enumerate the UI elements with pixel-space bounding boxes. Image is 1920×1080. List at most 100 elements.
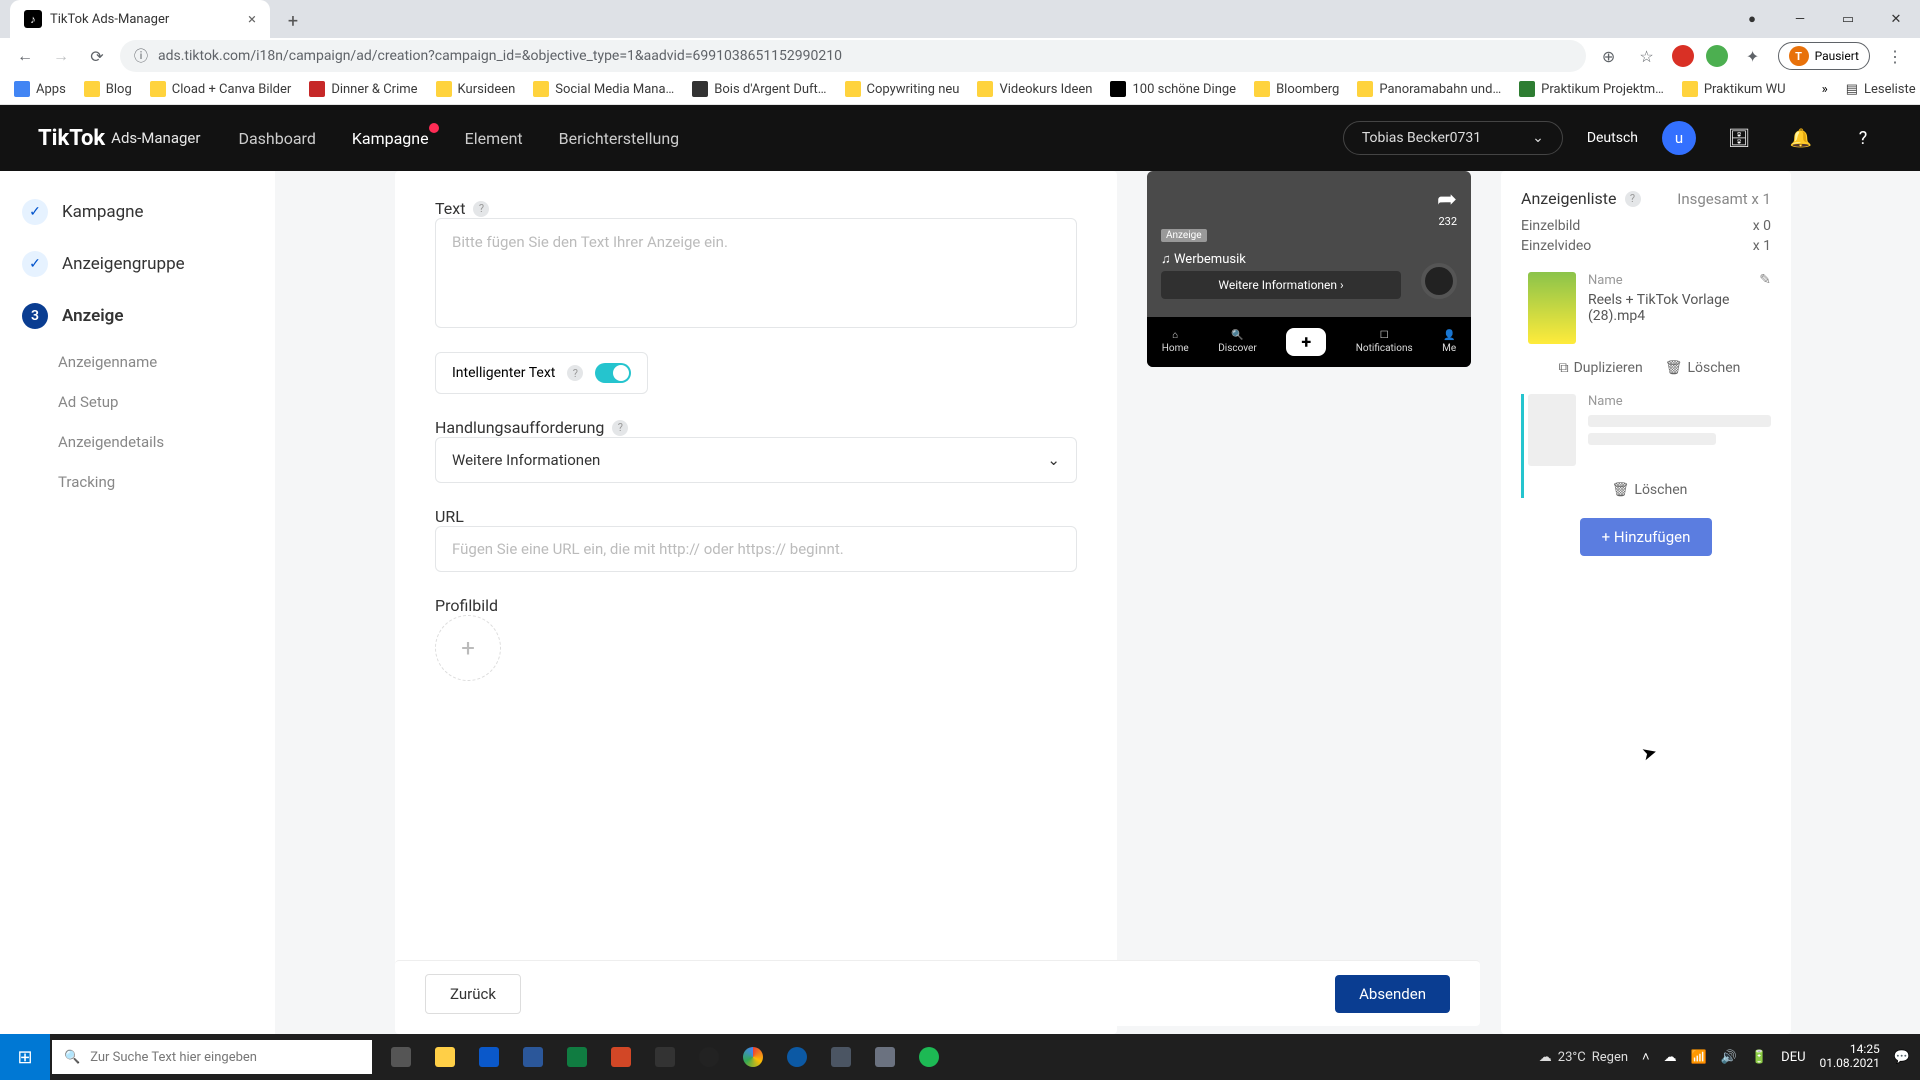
substep-ad-setup[interactable]: Ad Setup bbox=[0, 385, 275, 419]
bookmark-item[interactable]: 100 schöne Dinge bbox=[1110, 81, 1236, 97]
bookmark-item[interactable]: Bois d'Argent Duft… bbox=[692, 81, 826, 97]
bookmark-item[interactable]: Praktikum Projektm… bbox=[1519, 81, 1664, 97]
help-icon[interactable]: ? bbox=[567, 365, 583, 381]
obs-icon[interactable] bbox=[688, 1034, 730, 1080]
bookmark-item[interactable]: Cload + Canva Bilder bbox=[150, 81, 292, 97]
forward-button[interactable]: → bbox=[48, 43, 74, 69]
app-icon[interactable] bbox=[864, 1034, 906, 1080]
trash-icon: 🗑 bbox=[1612, 482, 1630, 498]
volume-icon[interactable]: 🔊 bbox=[1721, 1050, 1737, 1065]
help-icon[interactable]: ? bbox=[612, 420, 628, 436]
wifi-icon[interactable]: 📶 bbox=[1691, 1050, 1707, 1065]
delete-button[interactable]: 🗑Löschen bbox=[1665, 360, 1741, 376]
help-icon[interactable]: ? bbox=[1844, 119, 1882, 157]
step-anzeigengruppe[interactable]: ✓ Anzeigengruppe bbox=[0, 241, 275, 287]
onedrive-icon[interactable]: ☁ bbox=[1664, 1050, 1677, 1065]
step-kampagne[interactable]: ✓ Kampagne bbox=[0, 189, 275, 235]
chrome-icon[interactable] bbox=[732, 1034, 774, 1080]
battery-icon[interactable]: 🔋 bbox=[1751, 1050, 1767, 1065]
bookmark-item[interactable]: Bloomberg bbox=[1254, 81, 1339, 97]
mail-icon[interactable] bbox=[468, 1034, 510, 1080]
reload-button[interactable]: ⟳ bbox=[84, 43, 110, 69]
bell-icon[interactable]: 🔔 bbox=[1782, 119, 1820, 157]
nav-kampagne[interactable]: Kampagne bbox=[352, 129, 429, 148]
url-input[interactable]: Fügen Sie eine URL ein, die mit http:// … bbox=[435, 526, 1077, 572]
bookmark-item[interactable]: Praktikum WU bbox=[1682, 81, 1786, 97]
step-anzeige[interactable]: 3 Anzeige bbox=[0, 293, 275, 339]
add-ad-button[interactable]: + Hinzufügen bbox=[1580, 518, 1713, 556]
weather-widget[interactable]: ☁ 23°C Regen bbox=[1539, 1050, 1628, 1065]
edit-icon[interactable]: ✎ bbox=[1759, 272, 1771, 288]
bookmark-item[interactable]: Panoramabahn und… bbox=[1357, 81, 1501, 97]
account-selector[interactable]: Tobias Becker0731 ⌄ bbox=[1343, 121, 1563, 155]
extension-icon[interactable] bbox=[1706, 45, 1728, 67]
nav-element[interactable]: Element bbox=[465, 129, 523, 148]
extensions-puzzle-icon[interactable]: ✦ bbox=[1740, 43, 1766, 69]
help-icon[interactable]: ? bbox=[473, 201, 489, 217]
bookmark-item[interactable]: Dinner & Crime bbox=[309, 81, 417, 97]
tray-chevron-icon[interactable]: ˄ bbox=[1642, 1049, 1650, 1065]
file-explorer-icon[interactable] bbox=[424, 1034, 466, 1080]
zoom-icon[interactable]: ⊕ bbox=[1596, 43, 1622, 69]
new-tab-button[interactable]: + bbox=[276, 4, 310, 38]
close-window-button[interactable]: ✕ bbox=[1872, 0, 1920, 38]
help-icon[interactable]: ? bbox=[1625, 191, 1641, 207]
back-button[interactable]: Zurück bbox=[425, 974, 521, 1014]
nav-dashboard[interactable]: Dashboard bbox=[238, 129, 315, 148]
word-icon[interactable] bbox=[512, 1034, 554, 1080]
substep-tracking[interactable]: Tracking bbox=[0, 465, 275, 499]
bookmark-item[interactable]: Social Media Mana… bbox=[533, 81, 674, 97]
browser-tab[interactable]: ♪ TikTok Ads-Manager × bbox=[10, 0, 270, 38]
bookmark-item[interactable]: Blog bbox=[84, 81, 132, 97]
tiktok-logo[interactable]: TikTok Ads-Manager bbox=[38, 126, 200, 151]
star-icon[interactable]: ☆ bbox=[1634, 43, 1660, 69]
copy-icon: ⧉ bbox=[1559, 360, 1569, 376]
briefcase-icon[interactable]: 🗄 bbox=[1720, 119, 1758, 157]
back-button[interactable]: ← bbox=[12, 43, 38, 69]
profile-pause-badge[interactable]: T Pausiert bbox=[1778, 42, 1870, 70]
substep-anzeigendetails[interactable]: Anzeigendetails bbox=[0, 425, 275, 459]
maximize-button[interactable]: ▭ bbox=[1824, 0, 1872, 38]
bookmarks-overflow-icon[interactable]: » bbox=[1822, 82, 1828, 97]
keyboard-lang[interactable]: DEU bbox=[1781, 1050, 1805, 1065]
powerpoint-icon[interactable] bbox=[600, 1034, 642, 1080]
ad-list-panel: Anzeigenliste ? Insgesamt x 1 Einzelbild… bbox=[1501, 171, 1791, 1034]
reading-list-button[interactable]: ▤Leseliste bbox=[1846, 82, 1916, 97]
nav-reporting[interactable]: Berichterstellung bbox=[559, 129, 680, 148]
apps-shortcut[interactable]: Apps bbox=[14, 81, 66, 97]
start-button[interactable]: ⊞ bbox=[0, 1034, 50, 1080]
duplicate-button[interactable]: ⧉Duplizieren bbox=[1559, 360, 1643, 376]
bookmark-item[interactable]: Copywriting neu bbox=[845, 81, 960, 97]
task-view-icon[interactable] bbox=[380, 1034, 422, 1080]
app-icon[interactable] bbox=[820, 1034, 862, 1080]
action-center-icon[interactable]: 💬 bbox=[1894, 1050, 1910, 1065]
smart-text-toggle[interactable] bbox=[595, 363, 631, 383]
cta-select[interactable]: Weitere Informationen ⌄ bbox=[435, 437, 1077, 483]
ad-text-textarea[interactable]: Bitte fügen Sie den Text Ihrer Anzeige e… bbox=[435, 218, 1077, 328]
avatar[interactable]: u bbox=[1662, 121, 1696, 155]
spotify-icon[interactable] bbox=[908, 1034, 950, 1080]
extension-icon[interactable] bbox=[1672, 45, 1694, 67]
clock[interactable]: 14:25 01.08.2021 bbox=[1820, 1043, 1880, 1071]
account-dot-icon[interactable]: ● bbox=[1728, 0, 1776, 38]
ad-list-item[interactable]: Name 🗑Löschen bbox=[1521, 394, 1771, 498]
center-column: Text ? Bitte fügen Sie den Text Ihrer An… bbox=[275, 171, 1920, 1034]
url-field[interactable]: ⓘ ads.tiktok.com/i18n/campaign/ad/creati… bbox=[120, 40, 1586, 72]
delete-button[interactable]: 🗑Löschen bbox=[1612, 482, 1688, 498]
bookmark-item[interactable]: Kursideen bbox=[436, 81, 516, 97]
app-icon[interactable] bbox=[644, 1034, 686, 1080]
add-profile-image[interactable]: + bbox=[435, 615, 501, 681]
substep-anzeigenname[interactable]: Anzeigenname bbox=[0, 345, 275, 379]
submit-button[interactable]: Absenden bbox=[1335, 975, 1450, 1013]
excel-icon[interactable] bbox=[556, 1034, 598, 1080]
taskbar-search[interactable]: 🔍 Zur Suche Text hier eingeben bbox=[52, 1040, 372, 1074]
edge-icon[interactable] bbox=[776, 1034, 818, 1080]
close-tab-icon[interactable]: × bbox=[248, 10, 256, 28]
language-switch[interactable]: Deutsch bbox=[1587, 130, 1638, 146]
minimize-button[interactable]: — bbox=[1776, 0, 1824, 38]
ad-list-item[interactable]: Name ✎ Reels + TikTok Vorlage (28).mp4 ⧉… bbox=[1521, 272, 1771, 376]
phone-nav-home: ⌂Home bbox=[1162, 330, 1189, 354]
notification-dot-icon bbox=[429, 123, 439, 133]
menu-icon[interactable]: ⋮ bbox=[1882, 43, 1908, 69]
bookmark-item[interactable]: Videokurs Ideen bbox=[977, 81, 1092, 97]
